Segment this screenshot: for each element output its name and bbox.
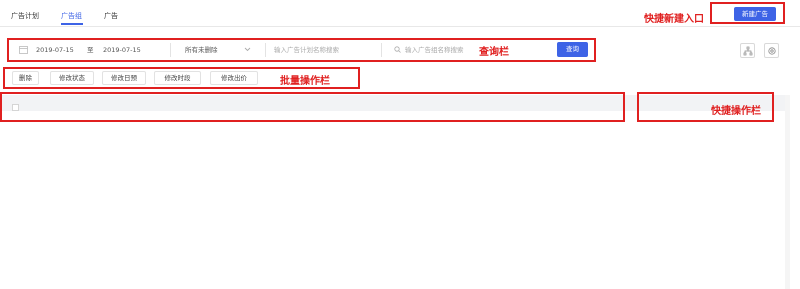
search-icon: [394, 42, 401, 58]
gear-icon[interactable]: [764, 43, 779, 58]
tab-ad[interactable]: 广告: [104, 11, 118, 21]
active-tab-indicator: [61, 23, 83, 25]
annotation-batch-bar: 批量操作栏: [280, 76, 330, 87]
modify-schedule-button[interactable]: 修改时段: [154, 71, 201, 85]
sitemap-icon[interactable]: [740, 43, 755, 58]
new-ad-button[interactable]: 新建广告: [734, 7, 776, 21]
annotation-quick-create: 快捷新建入口: [644, 14, 704, 25]
group-search-input[interactable]: 输入广告组名称搜索: [405, 42, 464, 58]
highlight-table-header: [0, 92, 625, 122]
date-range-separator: 至: [87, 46, 94, 54]
calendar-icon: [19, 42, 28, 58]
tab-divider: [0, 26, 800, 27]
vertical-scrollbar[interactable]: [785, 95, 790, 289]
date-end[interactable]: 2019-07-15: [103, 42, 141, 58]
delete-button[interactable]: 删除: [12, 71, 39, 85]
tab-ad-group[interactable]: 广告组: [61, 11, 82, 21]
annotation-quick-actions: 快捷操作栏: [711, 106, 761, 117]
annotation-query-bar: 查询栏: [479, 47, 509, 58]
date-start[interactable]: 2019-07-15: [36, 42, 74, 58]
divider: [170, 43, 171, 57]
search-button[interactable]: 查询: [557, 42, 588, 57]
status-select[interactable]: 所有未删除: [185, 42, 218, 58]
chevron-down-icon[interactable]: [244, 42, 251, 58]
query-bar: 2019-07-15 至 2019-07-15 所有未删除 输入广告计划名称搜索…: [7, 38, 596, 62]
modify-daily-budget-button[interactable]: 修改日预: [102, 71, 146, 85]
divider: [265, 43, 266, 57]
modify-status-button[interactable]: 修改状态: [50, 71, 94, 85]
divider: [381, 43, 382, 57]
modify-bid-button[interactable]: 修改出价: [210, 71, 258, 85]
tab-ad-plan[interactable]: 广告计划: [11, 11, 39, 21]
plan-search-input[interactable]: 输入广告计划名称搜索: [274, 42, 339, 58]
